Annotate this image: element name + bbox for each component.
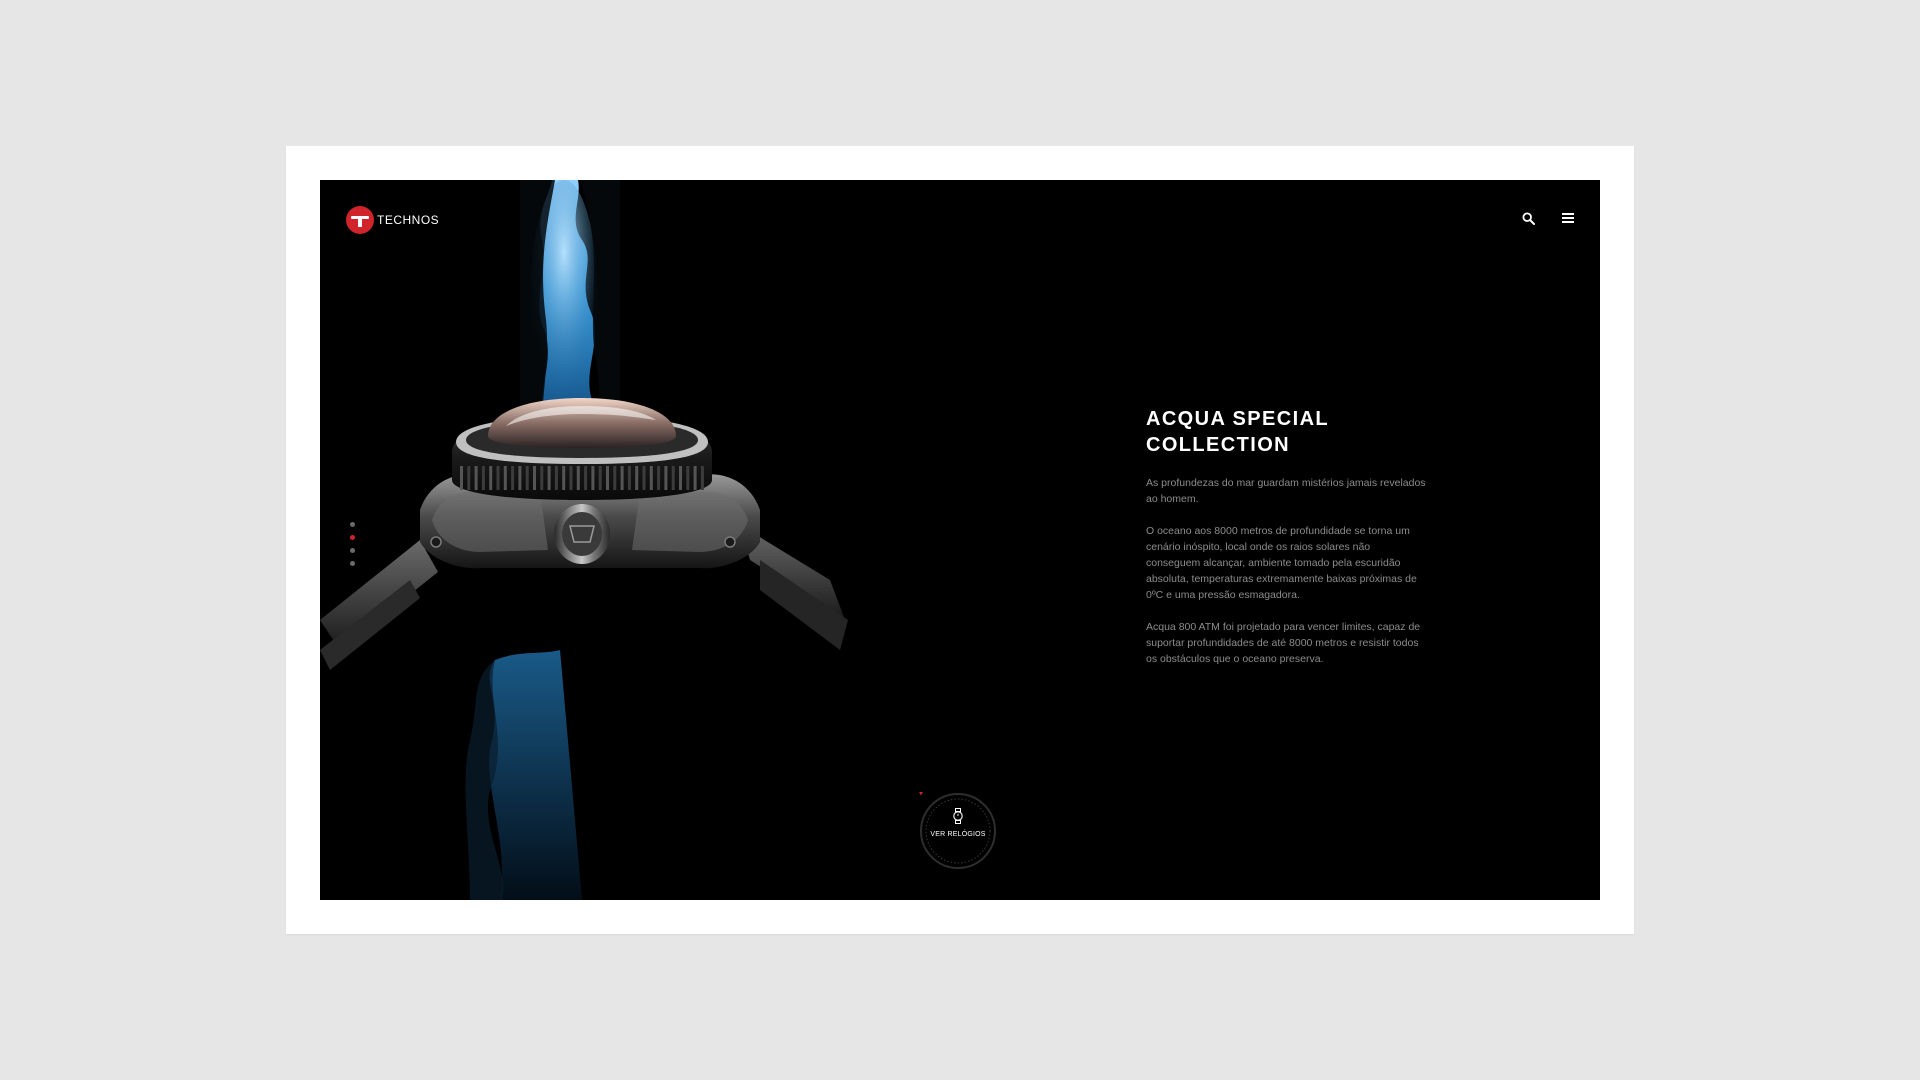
watch-icon bbox=[953, 808, 963, 824]
technos-logo[interactable]: TECHNOS bbox=[346, 206, 439, 234]
product-paragraph: Acqua 800 ATM foi projetado para vencer … bbox=[1146, 621, 1421, 665]
see-watches-label: VER RELÓGIOS bbox=[930, 831, 986, 838]
slide-pager bbox=[350, 522, 355, 566]
search-icon[interactable] bbox=[1520, 210, 1536, 226]
down-arrow-icon bbox=[919, 792, 923, 796]
technos-logo-mark bbox=[346, 206, 374, 234]
pager-dot[interactable] bbox=[350, 548, 355, 553]
menu-icon[interactable] bbox=[1560, 210, 1576, 226]
pager-dot[interactable] bbox=[350, 561, 355, 566]
collection-copy: ACQUA SPECIAL COLLECTION As profundezas … bbox=[1146, 406, 1426, 667]
brand-name: TECHNOS bbox=[377, 213, 440, 227]
collection-title: ACQUA SPECIAL COLLECTION bbox=[1146, 406, 1426, 458]
collection-title-line2: COLLECTION bbox=[1146, 434, 1290, 456]
header-actions bbox=[1520, 210, 1576, 226]
pager-dot-active[interactable] bbox=[350, 535, 355, 540]
intro-paragraph: As profundezas do mar guardam mistérios … bbox=[1146, 477, 1426, 505]
ocean-paragraph: O oceano aos 8000 metros de profundidade… bbox=[1146, 525, 1417, 601]
pager-dot[interactable] bbox=[350, 522, 355, 527]
website-screen: TECHNOS ACQUA SPECIAL COLLECTION As prof… bbox=[320, 180, 1600, 900]
collection-title-line1: ACQUA SPECIAL bbox=[1146, 408, 1330, 430]
see-watches-button[interactable]: VER RELÓGIOS bbox=[919, 792, 997, 870]
presentation-frame: TECHNOS ACQUA SPECIAL COLLECTION As prof… bbox=[286, 146, 1634, 934]
